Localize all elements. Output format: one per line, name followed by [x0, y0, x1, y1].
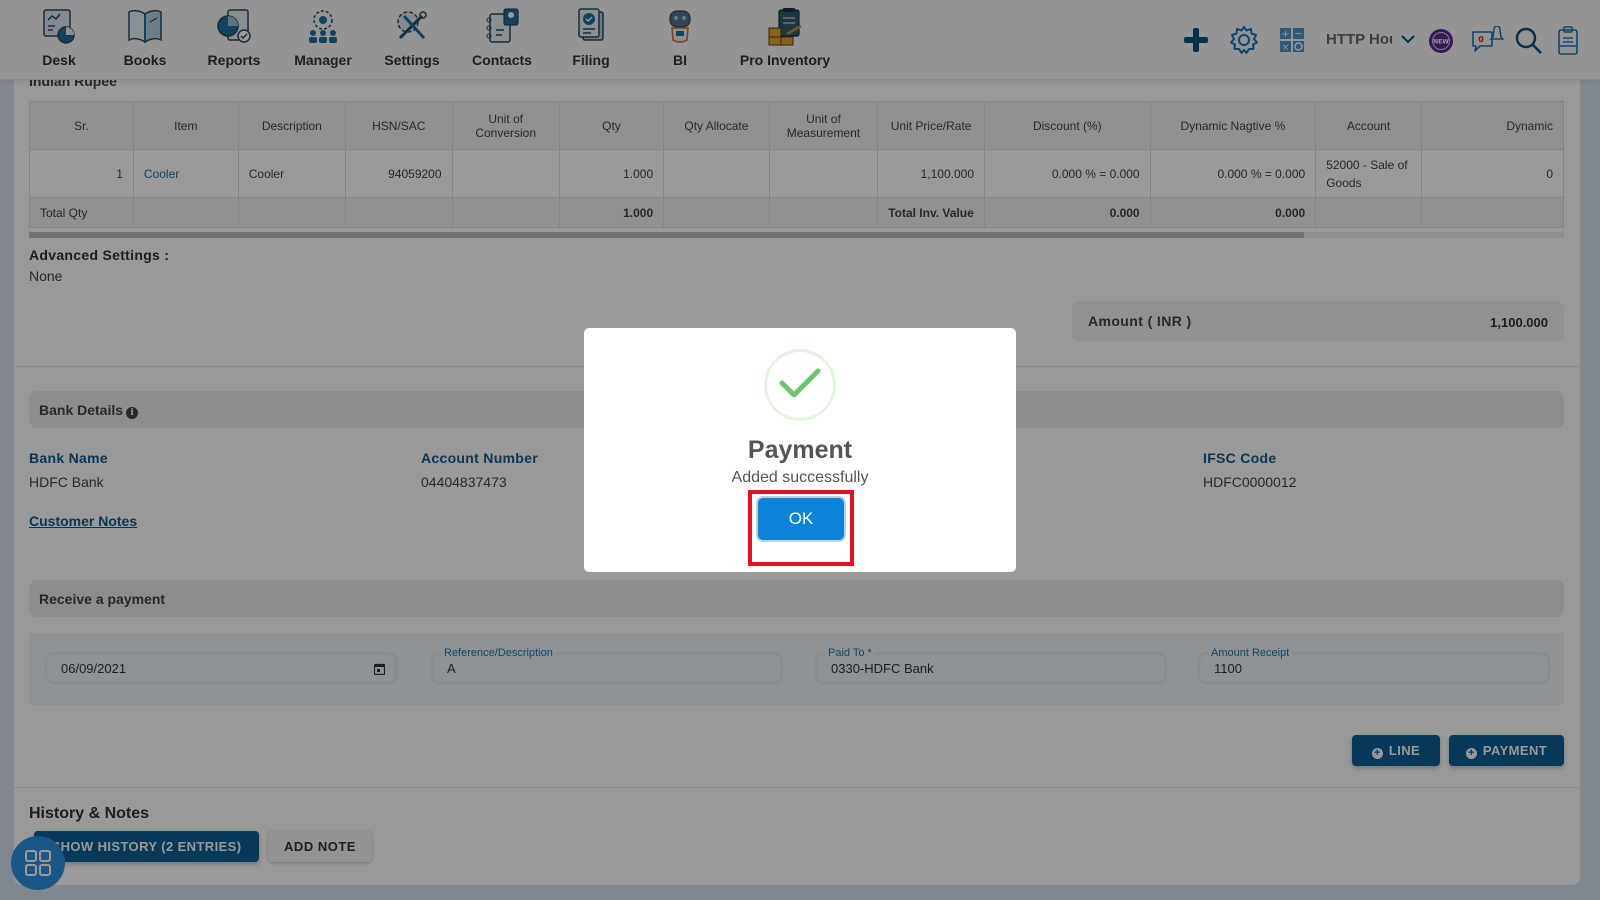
- checkmark-icon: [779, 368, 821, 398]
- success-check-icon: [764, 349, 836, 421]
- success-dialog: Payment Added successfully OK: [584, 328, 1016, 572]
- dialog-message: Added successfully: [731, 469, 869, 486]
- ok-button[interactable]: OK: [758, 498, 844, 540]
- dialog-title: Payment: [747, 436, 853, 464]
